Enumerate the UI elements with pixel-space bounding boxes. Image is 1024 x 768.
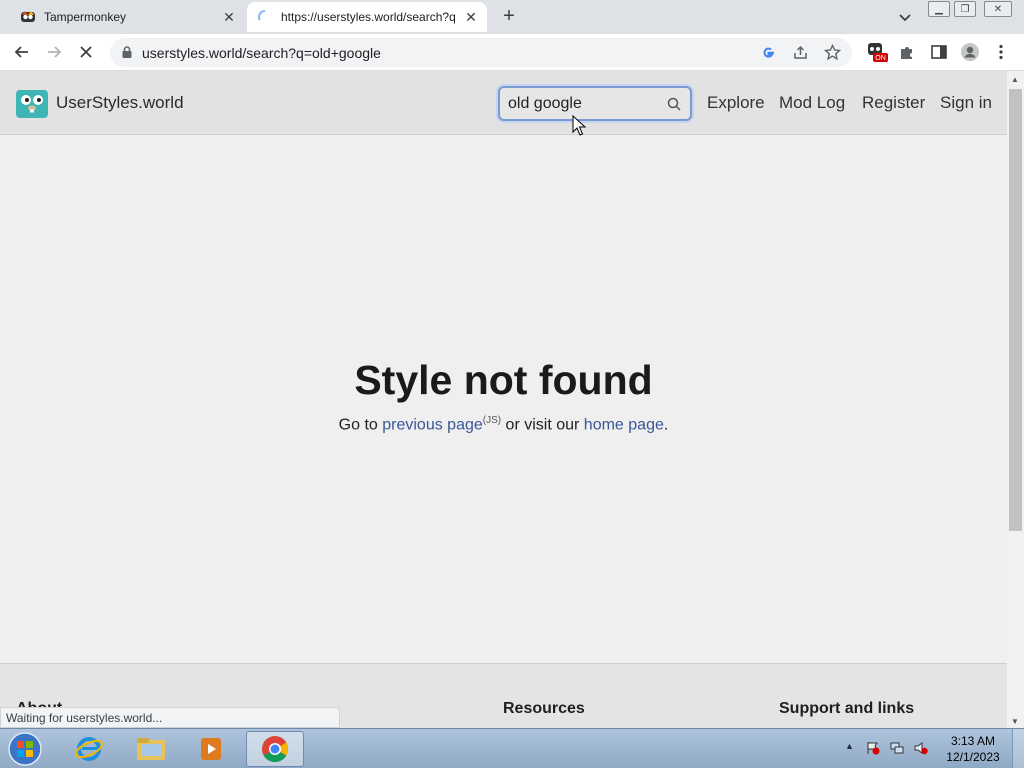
network-icon[interactable]	[890, 741, 904, 755]
back-arrow-icon[interactable]	[12, 42, 32, 62]
tampermonkey-icon	[21, 11, 35, 22]
nav-explore[interactable]: Explore	[707, 93, 765, 113]
browser-toolbar: userstyles.world/search?q=old+google ON	[0, 34, 1024, 71]
loading-spinner-icon	[258, 10, 266, 21]
folder-icon	[137, 738, 165, 760]
go-to-text: Go to	[338, 416, 383, 434]
star-bookmark-icon[interactable]	[824, 44, 841, 61]
url-text[interactable]: userstyles.world/search?q=old+google	[142, 45, 381, 61]
tab-title: https://userstyles.world/search?q=old+go…	[281, 10, 455, 24]
more-menu-icon[interactable]	[994, 43, 1008, 61]
page-content: UserStyles.world Explore Mod Log Registe…	[0, 71, 1007, 728]
share-icon[interactable]	[792, 44, 809, 61]
page-scrollbar[interactable]: ▲ ▼	[1007, 71, 1024, 728]
profile-avatar-icon[interactable]	[960, 42, 980, 62]
footer-heading-resources: Resources	[503, 700, 585, 717]
or-visit-text: or visit our	[501, 416, 584, 434]
system-clock[interactable]: 3:13 AM 12/1/2023	[944, 733, 1002, 765]
home-page-link[interactable]: home page	[584, 416, 664, 433]
taskbar-media-player[interactable]	[182, 731, 240, 767]
close-icon[interactable]: ✕	[221, 9, 237, 25]
tab-strip: Tampermonkey ✕ https://userstyles.world/…	[0, 0, 1024, 34]
internet-explorer-icon	[75, 737, 103, 761]
side-panel-icon[interactable]	[930, 43, 948, 61]
windows-taskbar: ▲ 3:13 AM 12/1/2023	[0, 728, 1024, 768]
new-tab-button[interactable]: +	[498, 6, 520, 28]
puzzle-extensions-icon[interactable]	[898, 43, 916, 61]
close-icon[interactable]: ✕	[463, 9, 479, 25]
forward-arrow-icon[interactable]	[44, 42, 64, 62]
taskbar-file-explorer[interactable]	[122, 731, 180, 767]
close-window-button[interactable]: ✕	[984, 1, 1012, 17]
scroll-down-icon[interactable]: ▼	[1011, 717, 1019, 726]
chevron-down-icon[interactable]	[896, 8, 914, 26]
site-header: UserStyles.world Explore Mod Log Registe…	[0, 71, 1007, 135]
clock-date: 12/1/2023	[946, 750, 1000, 764]
windows-start-icon[interactable]	[6, 731, 44, 767]
tab-userstyles-search[interactable]: https://userstyles.world/search?q=old+go…	[247, 2, 487, 32]
footer-heading-support: Support and links	[779, 700, 915, 717]
lock-icon[interactable]	[120, 45, 134, 59]
period: .	[663, 416, 669, 434]
site-search[interactable]	[498, 86, 692, 121]
gopher-logo-icon[interactable]	[16, 88, 48, 118]
address-bar[interactable]: userstyles.world/search?q=old+google	[110, 38, 852, 67]
volume-muted-icon[interactable]	[914, 741, 928, 755]
search-icon[interactable]	[667, 97, 681, 111]
previous-page-link[interactable]: previous page	[382, 416, 483, 433]
js-note: (JS)	[482, 415, 502, 426]
mouse-cursor-icon	[572, 115, 586, 136]
show-desktop-button[interactable]	[1012, 729, 1024, 768]
nav-mod-log[interactable]: Mod Log	[779, 93, 845, 113]
not-found-message: Go to previous page(JS) or visit our hom…	[0, 415, 1007, 434]
chrome-icon	[262, 736, 289, 763]
action-center-flag-icon[interactable]	[866, 741, 880, 755]
minimize-button[interactable]: ▁	[928, 1, 950, 17]
stop-loading-icon[interactable]	[76, 42, 96, 62]
show-hidden-icons-icon[interactable]: ▲	[845, 741, 859, 755]
page-title: Style not found	[354, 357, 653, 403]
tab-title: Tampermonkey	[44, 10, 127, 24]
google-icon[interactable]	[760, 44, 777, 61]
nav-sign-in[interactable]: Sign in	[940, 93, 992, 113]
clock-time: 3:13 AM	[950, 734, 996, 748]
taskbar-chrome[interactable]	[246, 731, 304, 767]
extension-badge: ON	[875, 55, 886, 62]
tampermonkey-extension-icon[interactable]: ON	[866, 41, 888, 63]
search-input[interactable]	[508, 94, 658, 114]
nav-register[interactable]: Register	[862, 93, 925, 113]
status-bubble: Waiting for userstyles.world...	[0, 707, 340, 728]
taskbar-internet-explorer[interactable]	[60, 731, 118, 767]
restore-button[interactable]: ❐	[954, 1, 976, 17]
tab-tampermonkey[interactable]: Tampermonkey ✕	[10, 2, 245, 32]
scrollbar-thumb[interactable]	[1009, 89, 1022, 531]
scroll-up-icon[interactable]: ▲	[1011, 75, 1019, 84]
media-player-icon	[201, 738, 221, 760]
site-brand[interactable]: UserStyles.world	[56, 93, 184, 113]
